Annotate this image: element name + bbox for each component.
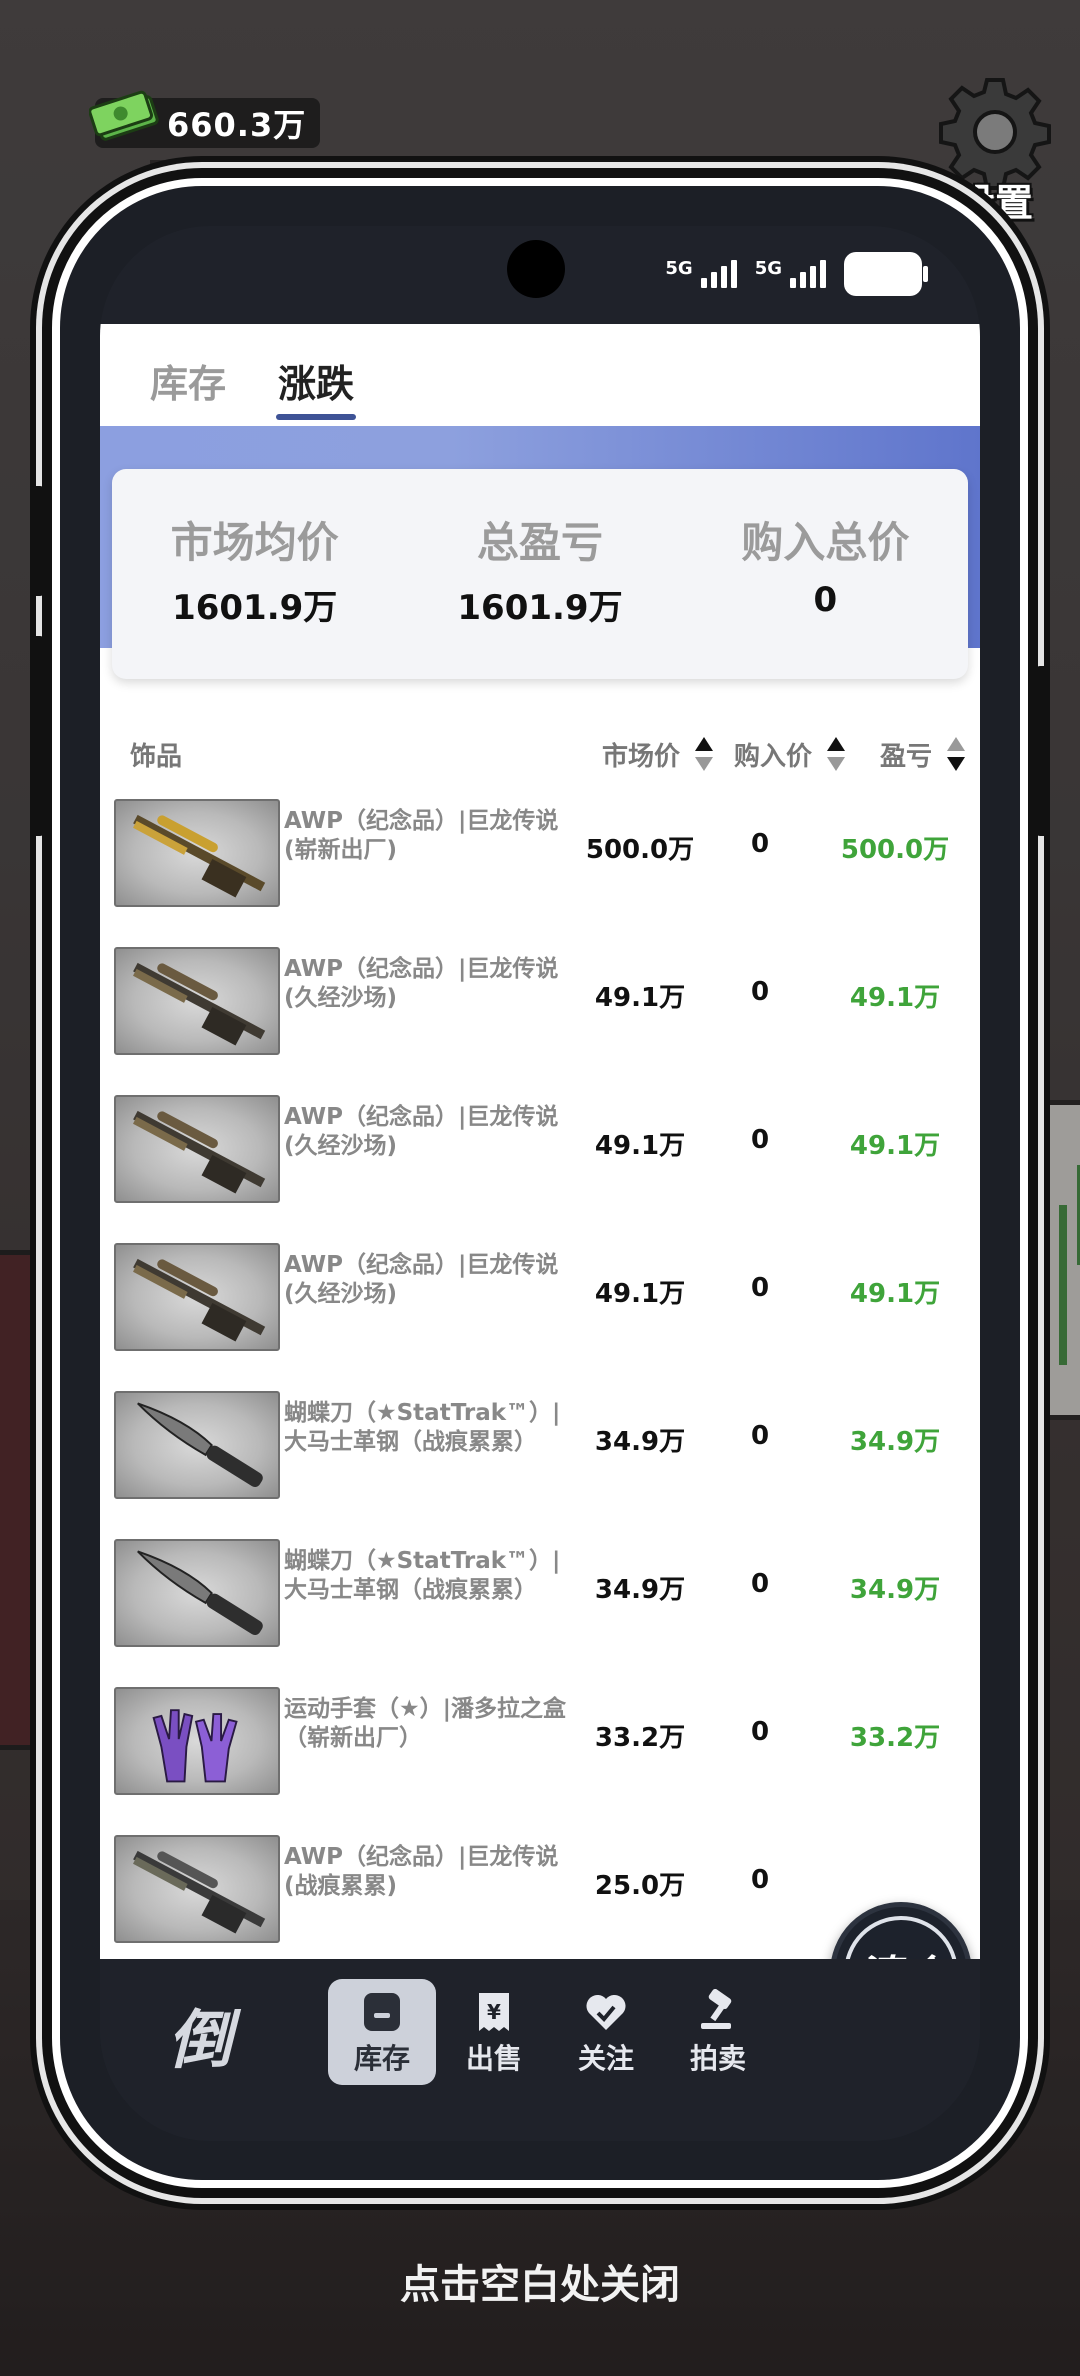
item-name: AWP（纪念品）|巨龙传说(战痕累累) <box>284 1844 559 1899</box>
money-display: 660.3万 <box>89 90 321 148</box>
heart-icon <box>586 1994 626 2030</box>
gavel-icon <box>701 1989 732 2029</box>
item-thumbnail <box>114 1835 280 1943</box>
item-market-price: 49.1万 <box>594 983 686 1013</box>
item-buy-price: 0 <box>750 977 770 1007</box>
table-row[interactable]: 蝴蝶刀（★StatTrak™）|大马士革钢（战痕累累） 34.9万 0 34.9万 <box>100 1381 980 1529</box>
table-header: 饰品 市场价 购入价 盈亏 <box>100 726 980 776</box>
signal-1-icon: 5G <box>665 260 737 288</box>
table-row[interactable]: AWP（纪念品）|巨龙传说(久经沙场) 49.1万 0 49.1万 <box>100 1233 980 1381</box>
item-thumbnail <box>114 1243 280 1351</box>
summary-card: 市场均价 1601.9万 总盈亏 1601.9万 购入总价 0 <box>112 469 968 679</box>
item-thumbnail <box>114 1539 280 1647</box>
item-name: 蝴蝶刀（★StatTrak™）|大马士革钢（战痕累累） <box>284 1548 561 1603</box>
item-market-price: 25.0万 <box>594 1871 686 1901</box>
phone-frame: 5G 5G 库存 涨跌 市场均价 1601.9万 总盈亏 1601.9万 购入总… <box>30 178 1050 2188</box>
item-buy-price: 0 <box>750 1865 770 1895</box>
item-thumbnail <box>114 1391 280 1499</box>
sort-icon <box>695 736 714 771</box>
phone-screen: 5G 5G 库存 涨跌 市场均价 1601.9万 总盈亏 1601.9万 购入总… <box>100 226 980 2141</box>
sell-tag-icon: ¥ <box>479 1993 509 2031</box>
nav-sell[interactable]: ¥ 出售 <box>440 1979 548 2085</box>
item-profit: 33.2万 <box>849 1723 941 1753</box>
svg-text:¥: ¥ <box>487 2000 501 2024</box>
item-market-price: 34.9万 <box>594 1575 686 1605</box>
item-thumbnail <box>114 947 280 1055</box>
market-avg-value: 1601.9万 <box>172 588 338 628</box>
buy-total-value: 0 <box>813 580 838 620</box>
col-cost-header[interactable]: 购入价 <box>734 736 847 777</box>
item-profit: 500.0万 <box>840 835 950 865</box>
market-avg-label: 市场均价 <box>170 518 339 567</box>
col-item-header: 饰品 <box>130 742 183 772</box>
item-name: AWP（纪念品）|巨龙传说(崭新出厂) <box>284 808 559 863</box>
nav-watch[interactable]: 关注 <box>552 1979 660 2085</box>
battery-icon <box>844 252 928 296</box>
table-row[interactable]: AWP（纪念品）|巨龙传说(久经沙场) 49.1万 0 49.1万 <box>100 1085 980 1233</box>
buy-total-label: 购入总价 <box>741 518 910 567</box>
item-buy-price: 0 <box>750 1421 770 1451</box>
item-market-price: 49.1万 <box>594 1131 686 1161</box>
item-buy-price: 0 <box>750 1717 770 1747</box>
tab-price-change[interactable]: 涨跌 <box>276 343 357 420</box>
item-buy-price: 0 <box>750 1569 770 1599</box>
item-profit: 49.1万 <box>849 1279 941 1309</box>
inventory-icon <box>364 1993 400 2031</box>
sort-icon <box>947 736 966 771</box>
item-market-price: 33.2万 <box>594 1723 686 1753</box>
item-thumbnail <box>114 1687 280 1795</box>
item-market-price: 49.1万 <box>594 1279 686 1309</box>
status-bar: 5G 5G <box>665 252 928 296</box>
item-buy-price: 0 <box>750 829 770 859</box>
item-buy-price: 0 <box>750 1125 770 1155</box>
bottom-nav: 倒 库存 ¥ 出售 关注 拍卖 <box>100 1959 980 2141</box>
app-panel: 库存 涨跌 市场均价 1601.9万 总盈亏 1601.9万 购入总价 0 饰品… <box>100 324 980 2044</box>
tab-bar: 库存 涨跌 <box>100 324 980 426</box>
table-row[interactable]: 运动手套（★）|潘多拉之盒（崭新出厂） 33.2万 0 33.2万 <box>100 1677 980 1825</box>
col-price-header[interactable]: 市场价 <box>602 736 715 777</box>
table-row[interactable]: AWP（纪念品）|巨龙传说(久经沙场) 49.1万 0 49.1万 <box>100 937 980 1085</box>
item-profit: 49.1万 <box>849 1131 941 1161</box>
app-logo: 倒 <box>168 2004 232 2078</box>
item-profit: 49.1万 <box>849 983 941 1013</box>
item-name: AWP（纪念品）|巨龙传说(久经沙场) <box>284 956 559 1011</box>
signal-2-icon: 5G <box>755 260 826 288</box>
table-row[interactable]: AWP（纪念品）|巨龙传说(崭新出厂) 500.0万 0 500.0万 <box>100 789 980 937</box>
nav-inventory[interactable]: 库存 <box>328 1979 436 2085</box>
camera-notch <box>507 240 565 298</box>
tab-inventory[interactable]: 库存 <box>150 343 226 408</box>
nav-auction[interactable]: 拍卖 <box>664 1979 772 2085</box>
item-buy-price: 0 <box>750 1273 770 1303</box>
item-name: AWP（纪念品）|巨龙传说(久经沙场) <box>284 1104 559 1159</box>
money-value: 660.3万 <box>167 106 307 144</box>
cash-icon <box>89 90 159 141</box>
item-thumbnail <box>114 799 280 907</box>
sort-icon <box>827 736 846 771</box>
col-profit-header[interactable]: 盈亏 <box>880 736 967 777</box>
total-pnl-label: 总盈亏 <box>476 518 603 567</box>
item-name: 运动手套（★）|潘多拉之盒（崭新出厂） <box>284 1696 567 1751</box>
item-thumbnail <box>114 1095 280 1203</box>
item-profit: 34.9万 <box>849 1427 941 1457</box>
table-row[interactable]: 蝴蝶刀（★StatTrak™）|大马士革钢（战痕累累） 34.9万 0 34.9万 <box>100 1529 980 1677</box>
item-market-price: 34.9万 <box>594 1427 686 1457</box>
total-pnl-value: 1601.9万 <box>457 588 623 628</box>
item-market-price: 500.0万 <box>585 835 695 865</box>
item-name: 蝴蝶刀（★StatTrak™）|大马士革钢（战痕累累） <box>284 1400 561 1455</box>
close-hint[interactable]: 点击空白处关闭 <box>0 2252 1080 2310</box>
item-name: AWP（纪念品）|巨龙传说(久经沙场) <box>284 1252 559 1307</box>
item-profit: 34.9万 <box>849 1575 941 1605</box>
